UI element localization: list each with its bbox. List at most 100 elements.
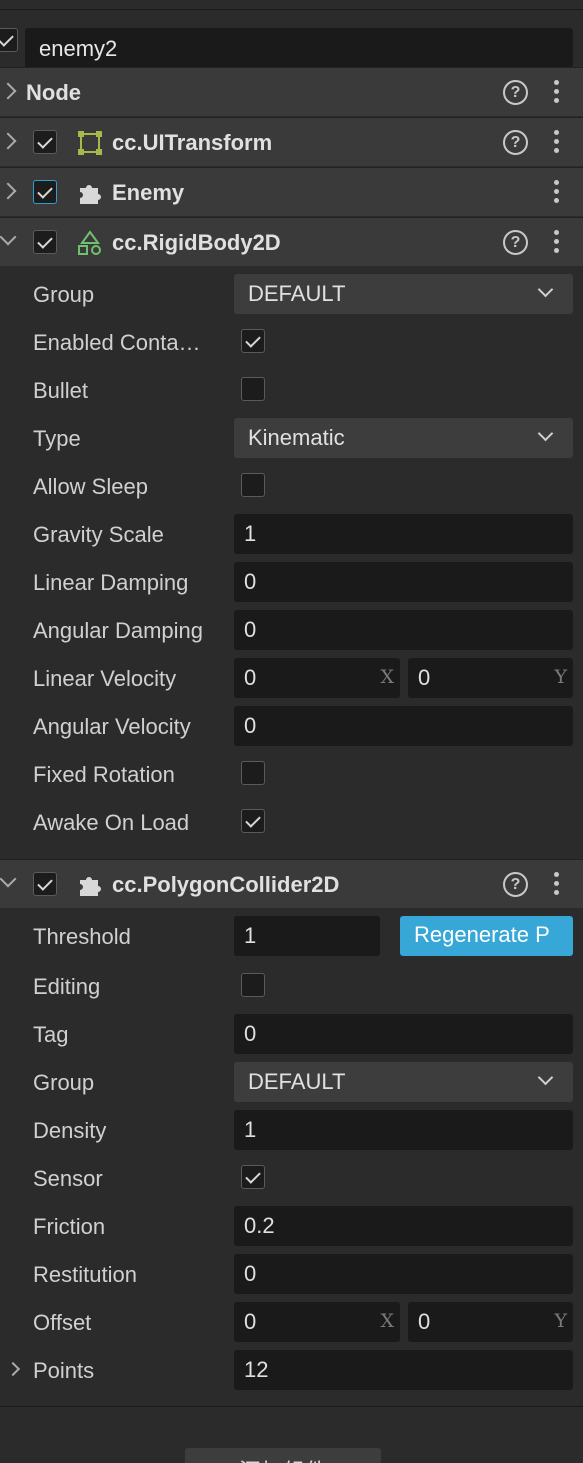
help-icon[interactable]: ? [503,230,528,255]
uitransform-component-header[interactable]: cc.UITransform ? [0,117,583,166]
sensor-checkbox[interactable] [241,1165,265,1189]
rigidbody-group-select[interactable]: DEFAULT [234,274,573,314]
polygon-collider-enabled-checkbox[interactable] [33,872,57,896]
axis-y-label: Y [554,1310,567,1332]
editing-checkbox[interactable] [241,973,265,997]
chevron-down-icon[interactable] [0,228,17,246]
density-input[interactable]: 1 [234,1110,573,1150]
uitransform-enabled-checkbox[interactable] [33,130,57,154]
bullet-checkbox[interactable] [241,377,265,401]
uitransform-component-title: cc.UITransform [112,130,273,155]
rigidbody-icon [78,230,101,255]
more-icon[interactable] [554,230,559,256]
prop-label: Type [33,426,81,451]
chevron-down-icon [537,281,554,298]
node-name-input[interactable]: enemy2 [25,28,573,68]
node-name-row: enemy2 [0,10,583,68]
offset-y-input[interactable]: 0 Y [408,1302,573,1342]
tag-input[interactable]: 0 [234,1014,573,1054]
enemy-component-header[interactable]: Enemy [0,167,583,216]
enabled-contact-checkbox[interactable] [241,329,265,353]
prop-label: Linear Damping [33,570,189,595]
chevron-right-icon[interactable] [5,1361,21,1377]
linear-velocity-y-input[interactable]: 0 Y [408,658,573,698]
rigidbody-type-select[interactable]: Kinematic [234,418,573,458]
help-icon[interactable]: ? [503,130,528,155]
offset-y-value: 0 [418,1309,431,1334]
offset-x-input[interactable]: 0 X [234,1302,400,1342]
enemy-component-title: Enemy [112,180,185,205]
rigidbody-component-title: cc.RigidBody2D [112,230,281,255]
angular-damping-input[interactable]: 0 [234,610,573,650]
divider [0,1406,583,1407]
uitransform-icon [78,131,102,155]
help-icon[interactable]: ? [503,80,528,105]
select-value: Kinematic [248,425,345,450]
prop-label: Sensor [33,1166,103,1191]
rigidbody-enabled-checkbox[interactable] [33,230,57,254]
prop-label: Editing [33,974,101,999]
axis-y-label: Y [554,666,567,688]
more-icon[interactable] [554,130,559,156]
points-input[interactable]: 12 [234,1350,573,1390]
prop-label: Threshold [33,924,131,949]
select-value: DEFAULT [248,281,346,306]
prop-label: Allow Sleep [33,474,148,499]
prop-label: Fixed Rotation [33,762,175,787]
prop-label: Awake On Load [33,810,190,835]
puzzle-icon [80,185,101,204]
chevron-right-icon[interactable] [0,132,17,150]
chevron-down-icon[interactable] [0,870,17,888]
collider-group-select[interactable]: DEFAULT [234,1062,573,1102]
linear-velocity-y-value: 0 [418,665,431,690]
prop-label: Group [33,1070,95,1095]
more-icon[interactable] [554,180,559,206]
prop-label: Angular Velocity [33,714,191,739]
angular-velocity-input[interactable]: 0 [234,706,573,746]
rigidbody-component-header[interactable]: cc.RigidBody2D ? [0,217,583,266]
linear-velocity-x-input[interactable]: 0 X [234,658,400,698]
chevron-right-icon[interactable] [0,182,17,200]
linear-velocity-x-value: 0 [244,665,257,690]
prop-label: Group [33,282,95,307]
chevron-down-icon [537,425,554,442]
prop-label: Bullet [33,378,89,403]
prop-label: Angular Damping [33,618,203,643]
prop-label: Points [33,1358,95,1383]
restitution-input[interactable]: 0 [234,1254,573,1294]
puzzle-icon [80,877,101,896]
node-component-header[interactable]: Node ? [0,67,583,116]
more-icon[interactable] [554,872,559,898]
allow-sleep-checkbox[interactable] [241,473,265,497]
top-divider [0,0,583,10]
node-enabled-checkbox[interactable] [0,28,18,52]
select-value: DEFAULT [248,1069,346,1094]
help-icon[interactable]: ? [503,872,528,897]
prop-label: Linear Velocity [33,666,177,691]
prop-label: Gravity Scale [33,522,164,547]
regenerate-points-button[interactable]: Regenerate P [400,916,573,956]
linear-damping-input[interactable]: 0 [234,562,573,602]
polygon-collider-component-title: cc.PolygonCollider2D [112,872,340,897]
chevron-right-icon[interactable] [0,82,17,100]
offset-x-value: 0 [244,1309,257,1334]
prop-label: Enabled Conta… [33,330,201,355]
node-component-title: Node [26,80,81,105]
prop-label: Offset [33,1310,92,1335]
awake-on-load-checkbox[interactable] [241,809,265,833]
chevron-down-icon [537,1069,554,1086]
prop-label: Restitution [33,1262,137,1287]
polygon-collider-component-header[interactable]: cc.PolygonCollider2D ? [0,859,583,908]
more-icon[interactable] [554,80,559,106]
fixed-rotation-checkbox[interactable] [241,761,265,785]
prop-label: Tag [33,1022,69,1047]
axis-x-label: X [380,1310,394,1332]
enemy-enabled-checkbox[interactable] [33,180,57,204]
axis-x-label: X [380,666,394,688]
prop-label: Friction [33,1214,106,1239]
prop-label: Density [33,1118,107,1143]
friction-input[interactable]: 0.2 [234,1206,573,1246]
add-component-button[interactable]: 添加组件 [185,1448,381,1463]
threshold-input[interactable]: 1 [234,916,380,956]
gravity-scale-input[interactable]: 1 [234,514,573,554]
